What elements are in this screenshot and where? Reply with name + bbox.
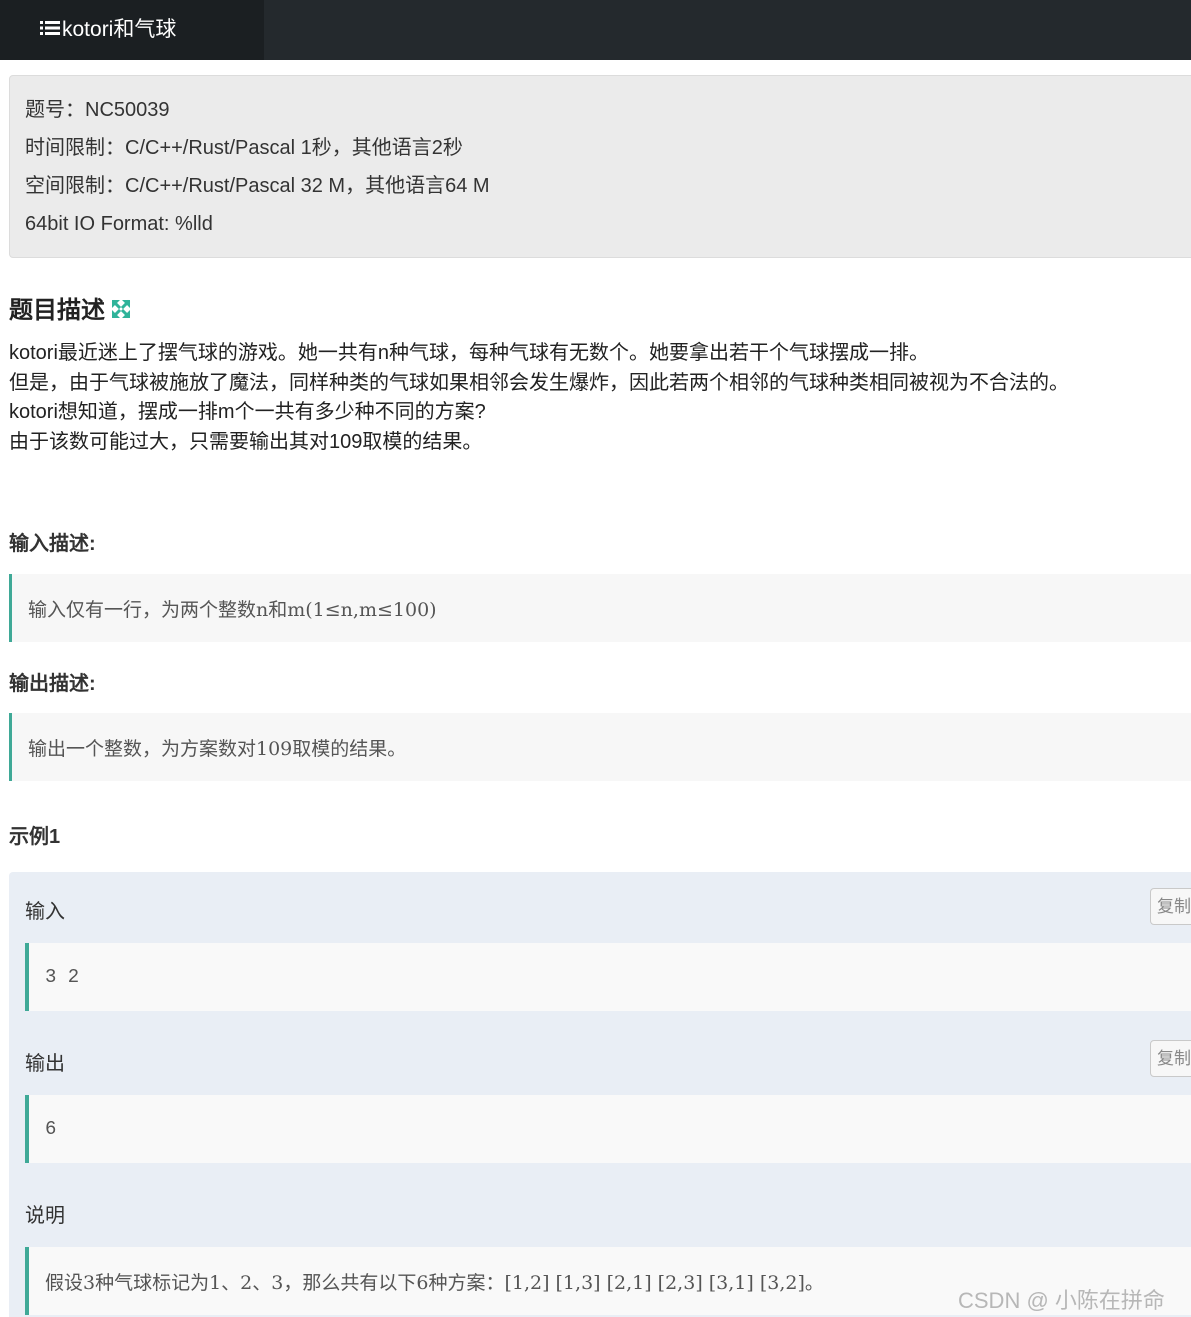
- io-format: 64bit IO Format: %lld: [25, 213, 213, 235]
- description-heading: 题目描述: [9, 297, 105, 324]
- copy-output-button[interactable]: 复制: [1150, 1040, 1191, 1077]
- output-description-heading: 输出描述:: [9, 673, 96, 695]
- example-panel: 输入 复制 3 2 输出 复制 6 说明 假设3种气球标记为1、2、3，那么共有…: [9, 872, 1191, 1317]
- description-line: 但是，由于气球被施放了魔法，同样种类的气球如果相邻会发生爆炸，因此若两个相邻的气…: [9, 371, 1069, 394]
- copy-input-button[interactable]: 复制: [1150, 888, 1191, 925]
- time-limit: 时间限制：C/C++/Rust/Pascal 1秒，其他语言2秒: [25, 137, 463, 159]
- description-line: kotori想知道，摆成一排m个一共有多少种不同的方案?: [9, 401, 486, 423]
- output-description-text: 输出一个整数，为方案数对109取模的结果。: [28, 737, 407, 760]
- input-description-text: 输入仅有一行，为两个整数n和m(1≤n,m≤100): [28, 598, 437, 621]
- input-description-block: 输入仅有一行，为两个整数n和m(1≤n,m≤100): [9, 574, 1191, 642]
- example-input-code: 3 2: [25, 943, 1191, 1011]
- top-bar: kotori和气球: [0, 0, 1191, 60]
- problem-title: kotori和气球: [62, 18, 177, 41]
- input-description-heading: 输入描述:: [9, 533, 96, 555]
- watermark: CSDN @ 小陈在拼命: [958, 1288, 1165, 1313]
- list-icon: [40, 20, 60, 36]
- problem-info-box: 题号：NC50039 时间限制：C/C++/Rust/Pascal 1秒，其他语…: [9, 75, 1191, 258]
- example-output-label: 输出: [25, 1053, 65, 1075]
- problem-id: 题号：NC50039: [25, 99, 170, 121]
- description-line: kotori最近迷上了摆气球的游戏。她一共有n种气球，每种气球有无数个。她要拿出…: [9, 342, 930, 364]
- memory-limit: 空间限制：C/C++/Rust/Pascal 32 M，其他语言64 M: [25, 175, 490, 197]
- description-heading-row: 题目描述: [9, 290, 131, 325]
- example-heading: 示例1: [9, 826, 61, 848]
- problem-title-tab[interactable]: kotori和气球: [0, 0, 264, 60]
- description-line: 由于该数可能过大，只需要输出其对109取模的结果。: [9, 430, 483, 453]
- description-body: kotori最近迷上了摆气球的游戏。她一共有n种气球，每种气球有无数个。她要拿出…: [9, 339, 1189, 457]
- example-input-label: 输入: [25, 901, 65, 923]
- expand-icon[interactable]: [111, 298, 131, 318]
- example-output-code: 6: [25, 1095, 1191, 1163]
- output-description-block: 输出一个整数，为方案数对109取模的结果。: [9, 713, 1191, 781]
- example-note-label: 说明: [25, 1205, 65, 1227]
- example-note-text: 假设3种气球标记为1、2、3，那么共有以下6种方案：[1,2] [1,3] [2…: [45, 1271, 824, 1294]
